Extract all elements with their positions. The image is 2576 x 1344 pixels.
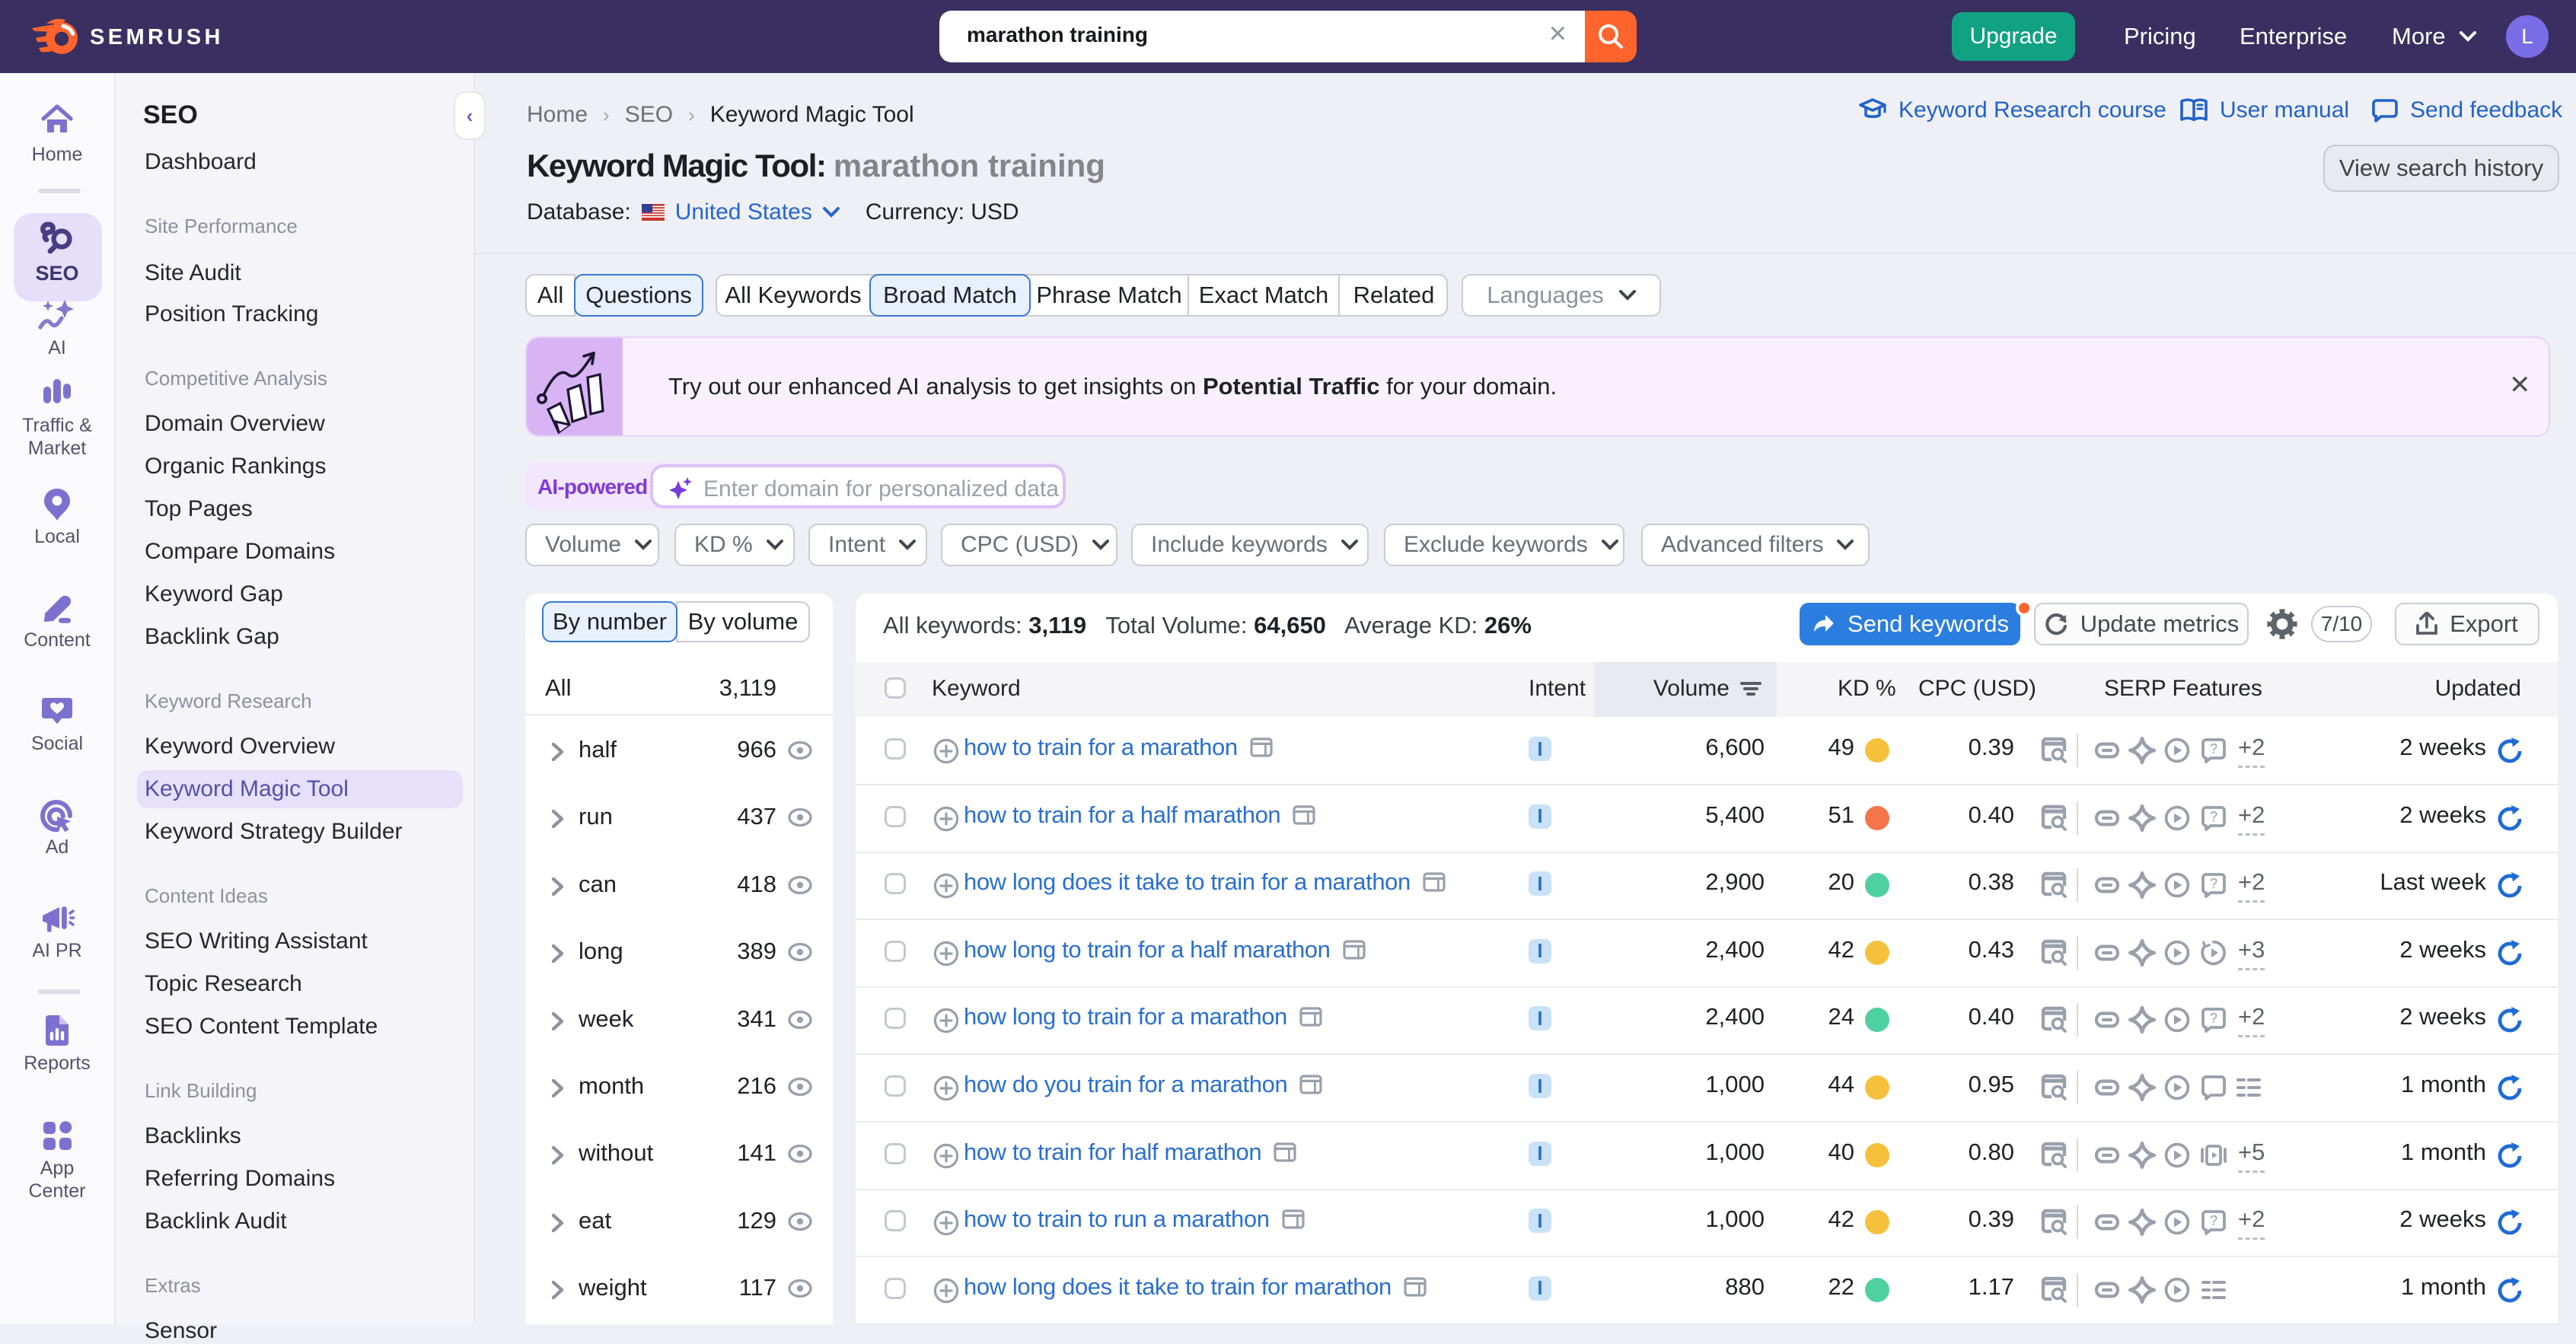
svg-text:?: ? [2210,1213,2217,1228]
svg-text:?: ? [2210,741,2217,756]
svg-text:?: ? [2210,809,2217,824]
svg-text:?: ? [2210,876,2217,891]
svg-text:?: ? [2210,1011,2217,1026]
